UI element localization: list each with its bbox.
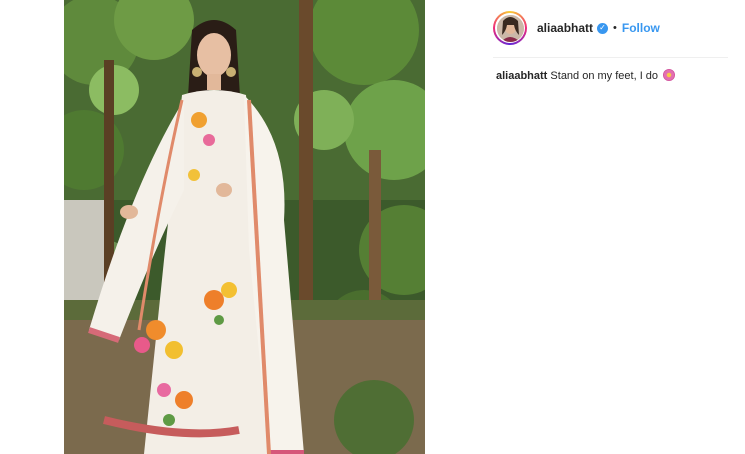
- post-photo[interactable]: [64, 0, 425, 454]
- post-header: aliaabhatt ✓ • Follow: [493, 8, 728, 48]
- caption-text: Stand on my feet, I do: [550, 70, 659, 82]
- post-sidebar: aliaabhatt ✓ • Follow aliaabhatt Stand o…: [475, 0, 745, 454]
- post-caption: aliaabhatt Stand on my feet, I do: [496, 69, 726, 83]
- avatar-story-ring[interactable]: [493, 11, 527, 45]
- verified-badge-icon: ✓: [597, 22, 609, 34]
- follow-button[interactable]: Follow: [622, 21, 660, 35]
- avatar-image: [496, 14, 524, 42]
- left-margin: [0, 0, 64, 454]
- cherry-blossom-emoji: [663, 69, 676, 81]
- photo-gutter: [425, 0, 475, 454]
- caption-username[interactable]: aliaabhatt: [496, 70, 547, 82]
- username[interactable]: aliaabhatt: [537, 21, 593, 35]
- separator-dot: •: [613, 22, 617, 34]
- avatar[interactable]: [496, 14, 524, 42]
- header-divider: [493, 57, 728, 58]
- photo-illustration: [64, 0, 425, 454]
